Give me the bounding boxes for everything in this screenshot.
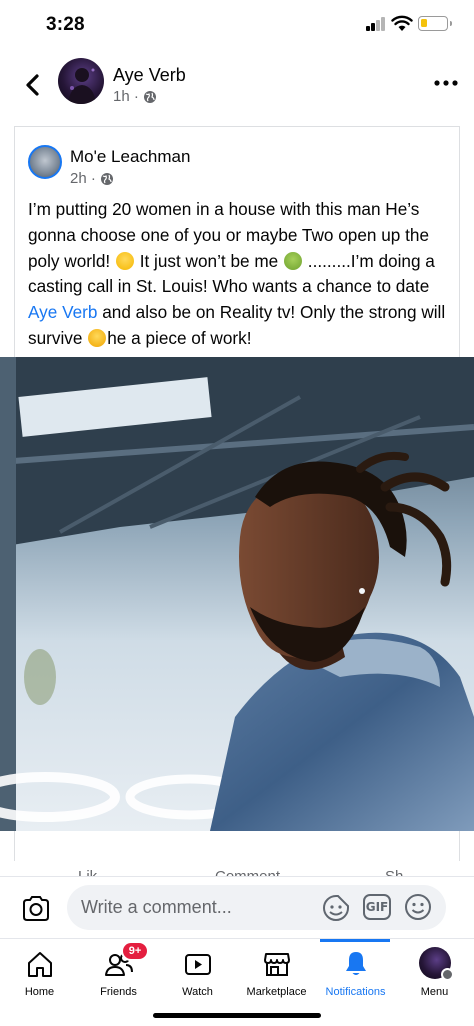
tab-notifications[interactable]: Notifications <box>316 939 395 1009</box>
comment-input[interactable]: Write a comment... GIF <box>67 885 446 930</box>
tab-friends[interactable]: 9+ Friends <box>79 939 158 1009</box>
tab-marketplace-label: Marketplace <box>246 986 307 998</box>
tab-menu-label: Menu <box>420 986 449 998</box>
wifi-icon <box>391 15 413 31</box>
bell-icon <box>345 952 366 975</box>
globe-icon <box>100 172 113 185</box>
home-indicator <box>153 1013 321 1018</box>
tab-notifications-label: Notifications <box>325 986 386 998</box>
post-photo[interactable] <box>0 357 474 831</box>
tab-home[interactable]: Home <box>0 939 79 1009</box>
marketplace-icon <box>263 953 290 976</box>
nauseated-face-emoji <box>284 251 303 270</box>
more-horizontal-icon[interactable] <box>434 78 458 88</box>
shared-post-time: 2h · <box>70 170 96 187</box>
tab-watch-label: Watch <box>182 986 213 998</box>
status-bar: 3:28 <box>0 0 474 50</box>
post-text-part: It just won’t be me <box>134 250 284 271</box>
tab-friends-label: Friends <box>100 986 137 998</box>
shared-author-avatar[interactable] <box>28 145 62 179</box>
watch-icon <box>184 954 211 975</box>
globe-icon <box>143 90 156 103</box>
post-text-part: he a piece of work! <box>107 327 252 348</box>
menu-icon <box>440 968 454 981</box>
shared-post-card[interactable]: Mo'e Leachman 2h · I’m putting 20 women … <box>14 126 460 358</box>
battery-icon <box>418 16 452 31</box>
author-name[interactable]: Aye Verb <box>113 65 186 86</box>
friends-badge: 9+ <box>121 941 149 961</box>
mention-link[interactable]: Aye Verb <box>28 302 97 322</box>
post-header: Aye Verb 1h · <box>0 52 474 116</box>
shared-author-name[interactable]: Mo'e Leachman <box>70 147 190 167</box>
tired-face-emoji <box>88 328 107 347</box>
status-time: 3:28 <box>46 14 85 35</box>
sticker-icon[interactable] <box>321 893 351 923</box>
profile-avatar <box>418 947 454 981</box>
emoji-icon[interactable] <box>403 892 433 922</box>
comment-placeholder: Write a comment... <box>81 897 232 917</box>
post-time: 1h · <box>113 88 139 105</box>
author-avatar[interactable] <box>58 58 104 104</box>
post-text: I’m putting 20 women in a house with thi… <box>28 197 453 352</box>
home-icon <box>27 952 52 977</box>
tab-marketplace[interactable]: Marketplace <box>237 939 316 1009</box>
cellular-signal-icon <box>366 17 386 31</box>
tab-home-label: Home <box>24 986 55 998</box>
shared-post-meta: 2h · <box>70 170 114 187</box>
tab-watch[interactable]: Watch <box>158 939 237 1009</box>
post-meta: 1h · <box>113 88 157 105</box>
gif-icon[interactable]: GIF <box>363 894 391 920</box>
post-footer <box>14 831 460 861</box>
comment-bar: Write a comment... GIF <box>0 876 474 938</box>
grinning-face-emoji <box>115 251 134 270</box>
chevron-left-icon[interactable] <box>20 70 46 100</box>
camera-icon[interactable] <box>21 894 51 922</box>
tab-menu[interactable]: Menu <box>395 939 474 1009</box>
